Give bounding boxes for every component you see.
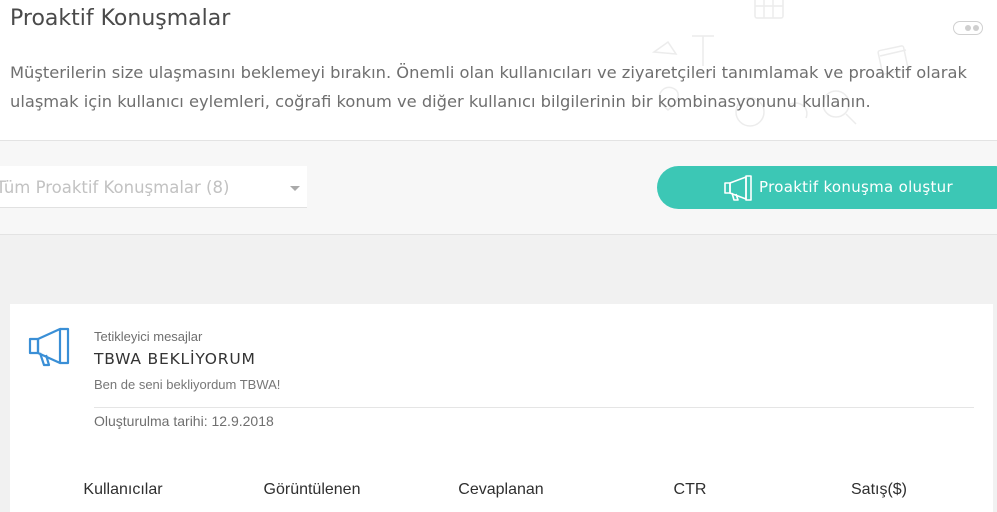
conversation-category: Tetikleyici mesajlar — [94, 329, 203, 344]
conversation-created-date: Oluşturulma tarihi: 12.9.2018 — [94, 413, 274, 429]
page-header: Proaktif Konuşmalar Müşterilerin size ul… — [0, 0, 997, 141]
megaphone-icon — [724, 175, 752, 201]
stat-header-replied: Cevaplanan — [458, 481, 544, 498]
toggle-icon[interactable] — [953, 21, 983, 35]
filter-select-value: Tüm Proaktif Konuşmalar (8) — [0, 178, 230, 197]
conversation-card[interactable]: Tetikleyici mesajlar TBWA BEKLİYORUM Ben… — [10, 304, 993, 512]
create-proactive-conversation-button[interactable]: Proaktif konuşma oluştur — [657, 166, 997, 209]
conversation-message: Ben de seni bekliyordum TBWA! — [94, 377, 281, 392]
stat-header-sales: Satış($) — [850, 481, 908, 498]
stat-header-ctr: CTR — [673, 481, 707, 498]
page-title: Proaktif Konuşmalar — [10, 6, 231, 31]
stat-header-users: Kullanıcılar — [83, 481, 163, 498]
filter-bar: Tüm Proaktif Konuşmalar (8) Proaktif kon… — [0, 141, 997, 235]
card-divider — [94, 407, 974, 408]
stat-header-viewed: Görüntülenen — [263, 481, 361, 498]
conversation-filter-select[interactable]: Tüm Proaktif Konuşmalar (8) — [0, 166, 307, 208]
create-button-label: Proaktif konuşma oluştur — [759, 178, 953, 196]
megaphone-icon — [28, 327, 70, 367]
page-description: Müşterilerin size ulaşmasını beklemeyi b… — [10, 63, 967, 111]
conversation-title[interactable]: TBWA BEKLİYORUM — [94, 350, 256, 368]
caret-down-icon — [290, 186, 300, 191]
